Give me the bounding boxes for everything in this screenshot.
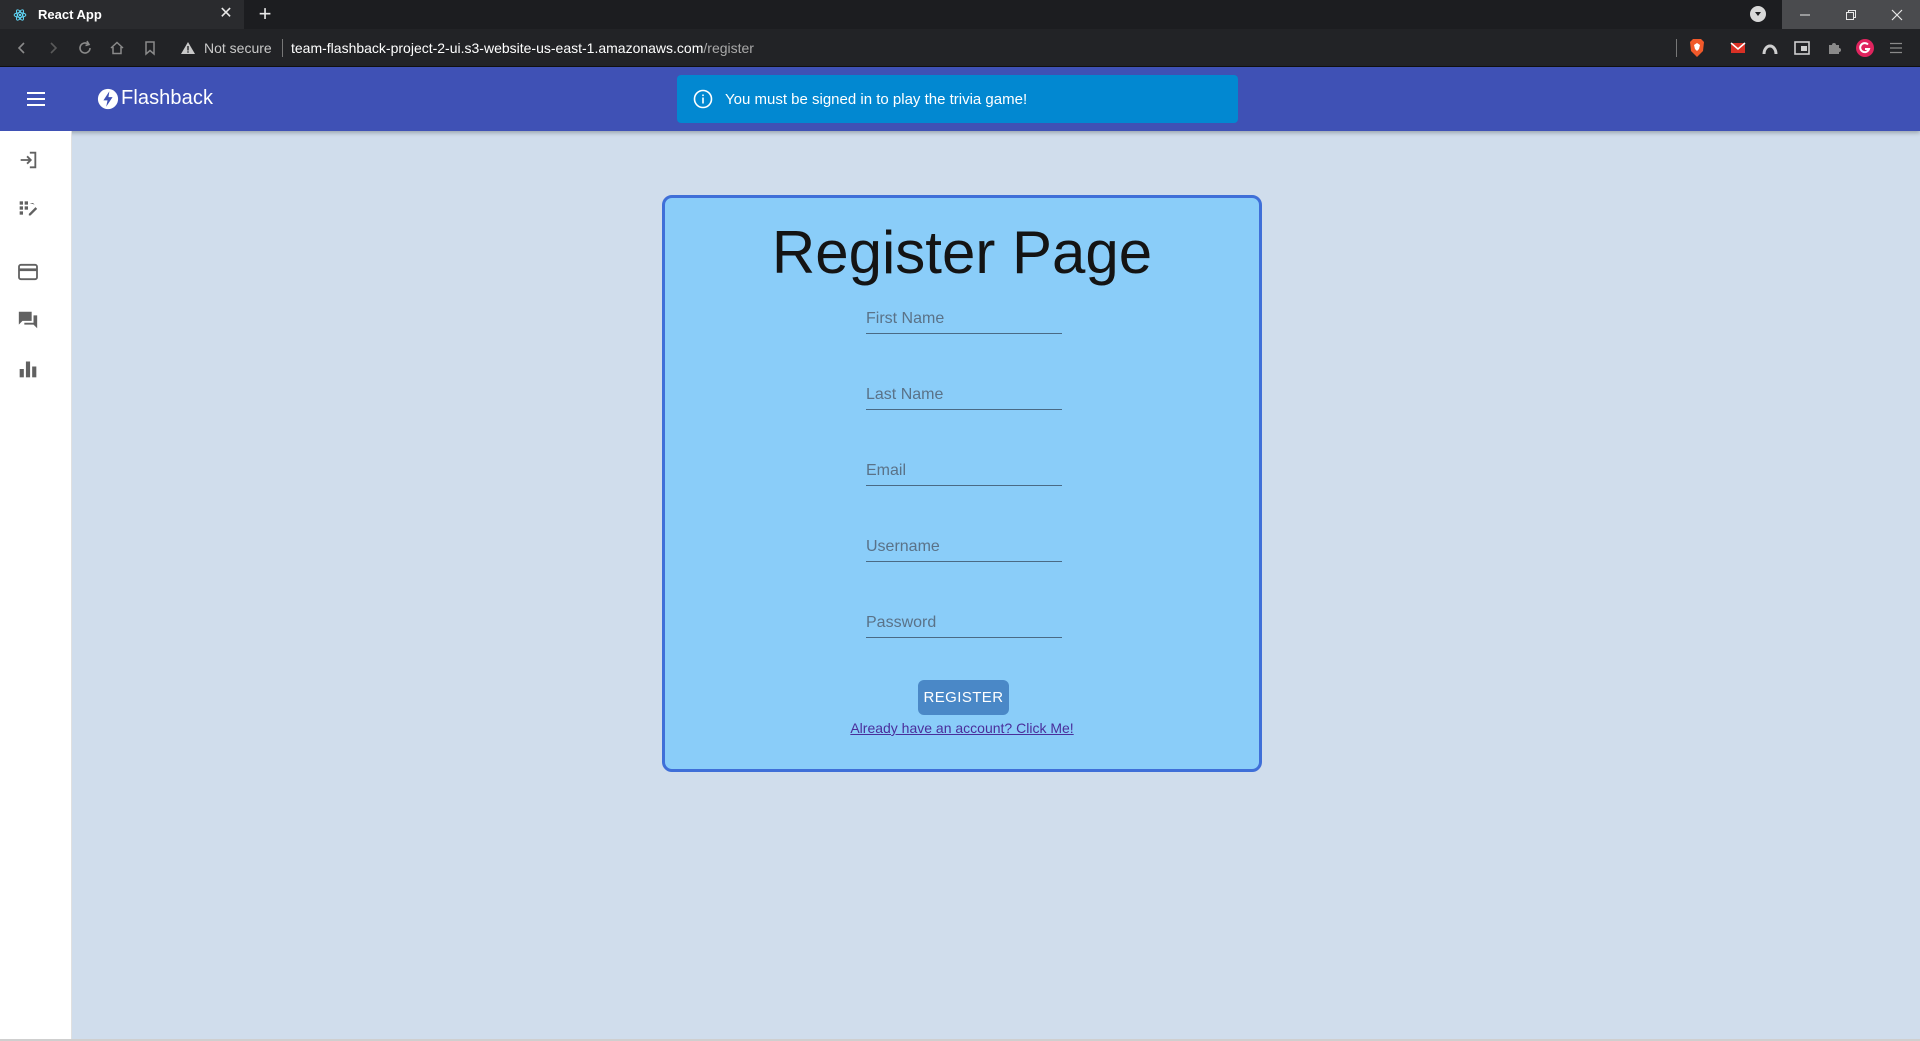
last-name-field-wrapper [866,376,1062,410]
side-nav [0,131,72,1041]
hamburger-menu-icon[interactable] [20,83,52,115]
extension-separator [1676,39,1677,57]
tab-close-icon[interactable]: ✕ [217,5,235,23]
bookmark-icon[interactable] [140,38,160,58]
username-field-wrapper [866,528,1062,562]
first-name-field-wrapper [866,300,1062,334]
password-input[interactable] [866,604,1062,636]
nav-credit-card-icon[interactable] [16,260,40,284]
email-field-wrapper [866,452,1062,486]
warning-icon [181,42,195,54]
new-tab-button[interactable]: + [254,3,276,25]
last-name-input[interactable] [866,376,1062,408]
url-field[interactable]: team-flashback-project-2-ui.s3-website-u… [291,40,754,56]
profile-avatar-icon[interactable] [1855,38,1875,58]
react-favicon-icon [12,7,28,23]
browser-tabstrip: React App ✕ + [0,0,1920,29]
minimize-button[interactable] [1782,0,1828,29]
login-link[interactable]: Already have an account? Click Me! [665,720,1259,736]
first-name-input[interactable] [866,300,1062,332]
browser-toolbar: Not secure team-flashback-project-2-ui.s… [0,29,1920,67]
nav-login-icon[interactable] [16,148,40,172]
restore-button[interactable] [1828,0,1874,29]
url-path: /register [703,40,754,56]
security-indicator[interactable]: Not secure [180,38,272,58]
nav-bar-chart-icon[interactable] [16,357,40,381]
browser-tab[interactable]: React App ✕ [0,0,244,29]
signin-alert: You must be signed in to play the trivia… [677,75,1238,123]
register-button[interactable]: REGISTER [918,680,1009,715]
security-text: Not secure [204,40,272,56]
extensions-puzzle-icon[interactable] [1824,38,1844,58]
register-card: Register Page REGISTER Already have an a… [662,195,1262,772]
home-icon[interactable] [107,38,127,58]
username-input[interactable] [866,528,1062,560]
close-window-button[interactable] [1874,0,1920,29]
address-separator [282,39,283,57]
url-host: team-flashback-project-2-ui.s3-website-u… [291,40,704,56]
flash-icon [97,88,119,109]
page-title: Register Page [771,219,1153,286]
alert-message: You must be signed in to play the trivia… [725,90,1028,108]
gmail-extension-icon[interactable] [1728,38,1748,58]
password-field-wrapper [866,604,1062,638]
nav-quiz-grid-icon[interactable] [16,196,40,220]
arc-extension-icon[interactable] [1760,38,1780,58]
forward-icon[interactable] [43,38,63,58]
brave-shield-icon[interactable] [1687,38,1707,58]
window-extension-icon[interactable] [1792,38,1812,58]
app-bar: Flashback You must be signed in to play … [0,67,1920,131]
tab-title: React App [38,7,102,22]
app-root: Flashback You must be signed in to play … [0,67,1920,1041]
info-icon [693,89,713,109]
reload-icon[interactable] [75,38,95,58]
brand-name: Flashback [121,87,214,109]
tab-search-icon[interactable] [1750,6,1766,22]
browser-menu-icon[interactable] [1886,38,1906,58]
nav-forum-icon[interactable] [16,308,40,332]
back-icon[interactable] [12,38,32,58]
email-input[interactable] [866,452,1062,484]
brand-logo[interactable]: Flashback [97,87,213,110]
